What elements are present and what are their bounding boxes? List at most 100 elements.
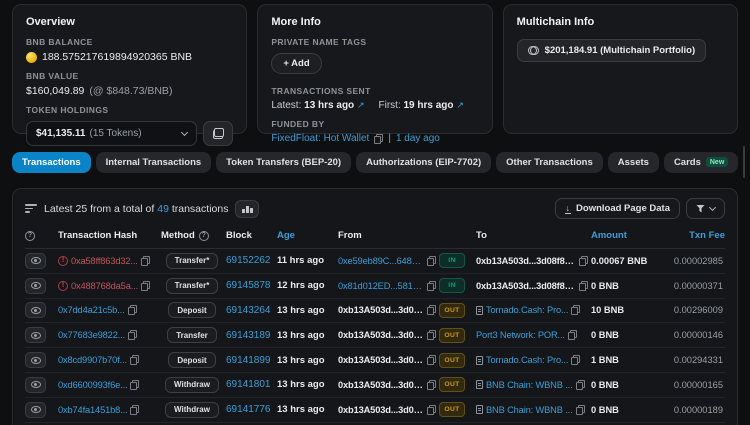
amount-cell: 10 BNB xyxy=(591,305,625,316)
to-address-link[interactable]: Tornado.Cash: Pro... xyxy=(486,305,568,315)
latest-sent: Latest: 13 hrs ago ↗ xyxy=(271,100,364,111)
tab-internal-transactions[interactable]: Internal Transactions xyxy=(95,151,212,173)
first-value: 19 hrs ago xyxy=(403,100,454,111)
tab-assets[interactable]: Assets xyxy=(607,151,659,173)
chain-icon xyxy=(527,46,539,55)
block-link[interactable]: 69143264 xyxy=(226,305,271,316)
bnb-coin-icon xyxy=(26,51,37,63)
copy-icon[interactable] xyxy=(427,404,436,415)
copy-icon[interactable] xyxy=(579,280,588,291)
amount-cell: 0 BNB xyxy=(591,330,619,341)
from-address-link[interactable]: 0xe59eb89C...648E0AB74 xyxy=(338,256,424,266)
tab-cards[interactable]: Cards New xyxy=(663,151,739,173)
tx-hash-link[interactable]: 0xd6600993f6e... xyxy=(58,380,127,390)
copy-icon[interactable] xyxy=(567,330,577,341)
to-address-link[interactable]: Tornado.Cash: Pro... xyxy=(486,355,568,365)
chart-view-button[interactable] xyxy=(235,199,260,218)
tab-transactions[interactable]: Transactions xyxy=(12,151,91,173)
block-link[interactable]: 69141776 xyxy=(226,404,271,415)
tx-hash-link[interactable]: 0xb74fa1451b8... xyxy=(58,405,127,415)
txn-fee-cell: 0.00000165 xyxy=(673,379,723,390)
copy-icon[interactable] xyxy=(427,355,436,366)
tx-preview-button[interactable] xyxy=(25,352,46,369)
external-link-icon[interactable]: ↗ xyxy=(357,100,365,110)
copy-icon[interactable] xyxy=(427,305,436,316)
funded-by-link[interactable]: FixedFloat: Hot Wallet xyxy=(271,133,369,144)
direction-badge: OUT xyxy=(439,402,465,418)
advanced-filter-button[interactable]: Advanced Filter xyxy=(743,146,746,178)
tx-preview-button[interactable] xyxy=(25,376,46,393)
copy-icon[interactable] xyxy=(127,305,137,316)
to-address-link[interactable]: BNB Chain: WBNB ... xyxy=(486,405,573,415)
copy-icon[interactable] xyxy=(575,379,585,390)
block-link[interactable]: 69141899 xyxy=(226,355,271,366)
direction-badge: OUT xyxy=(439,302,465,318)
tx-hash-link[interactable]: 0x7dd4a21c5b... xyxy=(58,305,125,315)
from-address-link[interactable]: 0xb13A503d...3d08f812E xyxy=(338,355,424,365)
tab-other-transactions[interactable]: Other Transactions xyxy=(496,151,603,173)
funding-age-link[interactable]: 1 day ago xyxy=(396,133,440,144)
add-name-tag-button[interactable]: + Add xyxy=(271,53,322,74)
sort-list-icon xyxy=(25,204,37,213)
tx-preview-button[interactable] xyxy=(25,252,46,269)
tx-hash-link[interactable]: 0x77683e9822... xyxy=(58,330,125,340)
age-cell: 13 hrs ago xyxy=(277,304,325,316)
tab-token-transfers-bep-20[interactable]: Token Transfers (BEP-20) xyxy=(216,151,352,173)
header-txn-fee-sort[interactable]: Txn Fee xyxy=(664,230,725,241)
download-page-data-button[interactable]: ↓ Download Page Data xyxy=(554,198,680,219)
copy-icon[interactable] xyxy=(575,404,585,415)
from-address-link[interactable]: 0xb13A503d...3d08f812E xyxy=(338,330,424,340)
token-holdings-dropdown[interactable]: $41,135.11 (15 Tokens) xyxy=(26,121,198,146)
tx-hash-link[interactable]: 0x488768da5a... xyxy=(71,281,138,291)
total-count-link[interactable]: 49 xyxy=(157,203,169,215)
copy-icon[interactable] xyxy=(130,379,140,390)
header-amount-sort[interactable]: Amount xyxy=(591,230,661,241)
copy-icon[interactable] xyxy=(128,330,138,341)
tx-preview-button[interactable] xyxy=(25,277,46,294)
tx-preview-button[interactable] xyxy=(25,401,46,418)
transactions-card: Latest 25 from a total of 49 transaction… xyxy=(12,188,738,425)
age-cell: 13 hrs ago xyxy=(277,404,325,416)
tab-authorizations-eip-7702[interactable]: Authorizations (EIP-7702) xyxy=(356,151,492,173)
header-method: Method ? xyxy=(161,230,223,241)
amount-cell: 0 BNB xyxy=(591,379,619,390)
block-link[interactable]: 69152262 xyxy=(226,255,271,266)
header-age-sort[interactable]: Age xyxy=(277,230,335,241)
copy-icon[interactable] xyxy=(374,133,384,144)
new-badge: New xyxy=(705,157,729,167)
wallet-icon xyxy=(212,128,224,139)
wallet-portfolio-button[interactable] xyxy=(203,121,234,146)
copy-icon[interactable] xyxy=(130,404,140,415)
copy-icon[interactable] xyxy=(571,305,581,316)
block-link[interactable]: 69145878 xyxy=(226,280,271,291)
copy-icon[interactable] xyxy=(129,355,139,366)
copy-icon[interactable] xyxy=(141,280,151,291)
copy-icon[interactable] xyxy=(579,255,588,266)
block-link[interactable]: 69143189 xyxy=(226,330,271,341)
tx-preview-button[interactable] xyxy=(25,327,46,344)
from-address-link[interactable]: 0xb13A503d...3d08f812E xyxy=(338,380,424,390)
header-to: To xyxy=(476,230,487,241)
copy-icon[interactable] xyxy=(427,379,436,390)
block-link[interactable]: 69141801 xyxy=(226,379,271,390)
to-address-link[interactable]: 0xb13A503d...3d08f812E xyxy=(476,256,576,266)
to-address-link[interactable]: Port3 Network: POR... xyxy=(476,330,565,340)
copy-icon[interactable] xyxy=(427,255,436,266)
copy-icon[interactable] xyxy=(140,255,150,266)
copy-icon[interactable] xyxy=(427,330,436,341)
copy-icon[interactable] xyxy=(427,280,436,291)
to-address-link[interactable]: BNB Chain: WBNB ... xyxy=(486,380,573,390)
to-address-link[interactable]: 0xb13A503d...3d08f812E xyxy=(476,281,576,291)
tx-hash-link[interactable]: 0x8cd9907b70f... xyxy=(58,355,127,365)
from-address-link[interactable]: 0xb13A503d...3d08f812E xyxy=(338,305,424,315)
filter-button[interactable] xyxy=(686,198,725,219)
age-cell: 13 hrs ago xyxy=(277,329,325,341)
copy-icon[interactable] xyxy=(571,355,581,366)
from-address-link[interactable]: 0xb13A503d...3d08f812E xyxy=(338,405,424,415)
tx-preview-button[interactable] xyxy=(25,302,46,319)
tx-hash-link[interactable]: 0xa58ff863d32... xyxy=(71,256,138,266)
multichain-portfolio-button[interactable]: $201,184.91 (Multichain Portfolio) xyxy=(516,39,707,62)
from-address-link[interactable]: 0x81d012ED...5818C2404 xyxy=(338,281,424,291)
external-link-icon[interactable]: ↗ xyxy=(456,100,464,110)
txn-fee-cell: 0.00000146 xyxy=(673,330,723,341)
